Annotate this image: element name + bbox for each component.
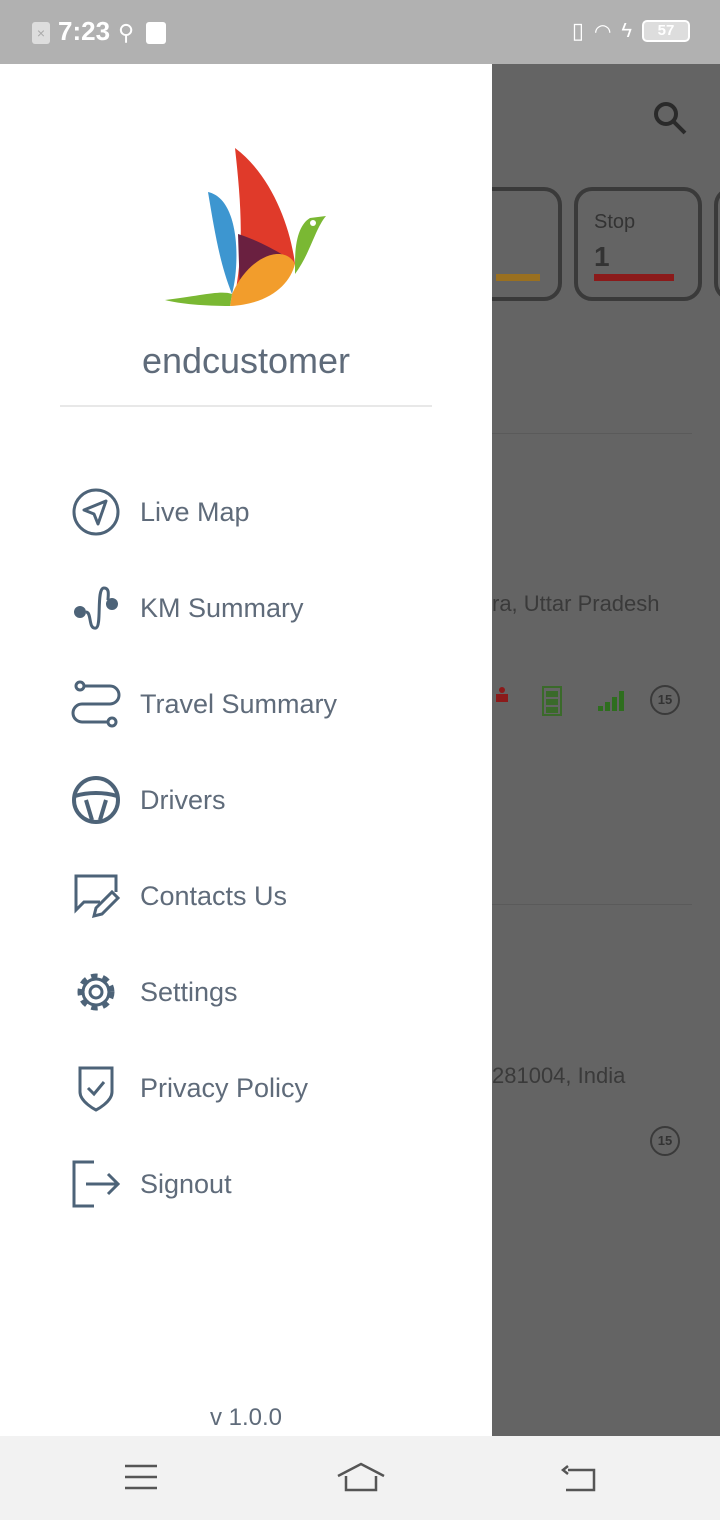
menu-item-contacts-us[interactable]: Contacts Us [0, 848, 492, 944]
route-ab-icon [74, 586, 118, 630]
wifi-icon: ◠ [593, 20, 612, 43]
usb-icon: ⚲ [118, 20, 135, 45]
menu-item-travel-summary[interactable]: Travel Summary [0, 656, 492, 752]
home-button[interactable] [336, 1462, 386, 1499]
status-card-next[interactable] [714, 187, 720, 301]
vibrate-icon: ▯ [571, 18, 584, 43]
ignition-icon [496, 687, 508, 702]
clock: 7:23 [58, 16, 111, 46]
menu-item-settings[interactable]: Settings [0, 944, 492, 1040]
menu-button[interactable] [124, 1462, 158, 1497]
gps-satellites-badge: 15 [650, 685, 680, 715]
battery-icon: 57 [642, 20, 690, 42]
chat-edit-icon [74, 874, 121, 919]
app-logo [165, 148, 326, 306]
vehicle-address: 281004, India [492, 1063, 626, 1088]
gps-satellites-badge: 15 [650, 1126, 680, 1156]
status-card-stop[interactable]: Stop 1 [574, 187, 702, 301]
search-icon[interactable] [652, 100, 688, 136]
shield-check-icon [78, 1066, 114, 1112]
menu-item-live-map[interactable]: Live Map [0, 464, 492, 560]
menu-item-km-summary[interactable]: KM Summary [0, 560, 492, 656]
menu-item-signout[interactable]: Signout [0, 1136, 492, 1232]
back-icon [560, 1465, 596, 1492]
battery-status-icon [542, 686, 562, 716]
drawer-menu: Live Map KM Summary Travel Summary Drive… [0, 464, 492, 1232]
menu-icon [125, 1464, 157, 1490]
charging-icon: ϟ [621, 19, 632, 42]
background-screen: Stop 1 ra, Uttar Pradesh 15 281004, Indi… [432, 64, 720, 1436]
gear-icon [77, 973, 115, 1011]
menu-item-privacy-policy[interactable]: Privacy Policy [0, 1040, 492, 1136]
signal-icon [598, 691, 624, 711]
back-button[interactable] [560, 1462, 600, 1499]
signout-icon [72, 1160, 121, 1208]
usb-debug-icon [146, 22, 166, 44]
system-nav-bar [0, 1436, 720, 1520]
steering-wheel-icon [72, 776, 120, 824]
vehicle-address: ra, Uttar Pradesh [492, 591, 660, 616]
no-sim-icon: × [32, 22, 50, 44]
navigation-arrow-icon [72, 488, 120, 536]
status-bar: × 7:23 ⚲ ▯ ◠ ϟ 57 [0, 0, 720, 64]
path-icon [71, 680, 121, 728]
navigation-drawer: endcustomer Live Map KM Summary Travel S… [0, 64, 492, 1436]
divider [60, 405, 432, 407]
home-icon [337, 1462, 385, 1492]
menu-item-drivers[interactable]: Drivers [0, 752, 492, 848]
username: endcustomer [141, 340, 351, 381]
app-version: v 1.0.0 [209, 1404, 283, 1431]
